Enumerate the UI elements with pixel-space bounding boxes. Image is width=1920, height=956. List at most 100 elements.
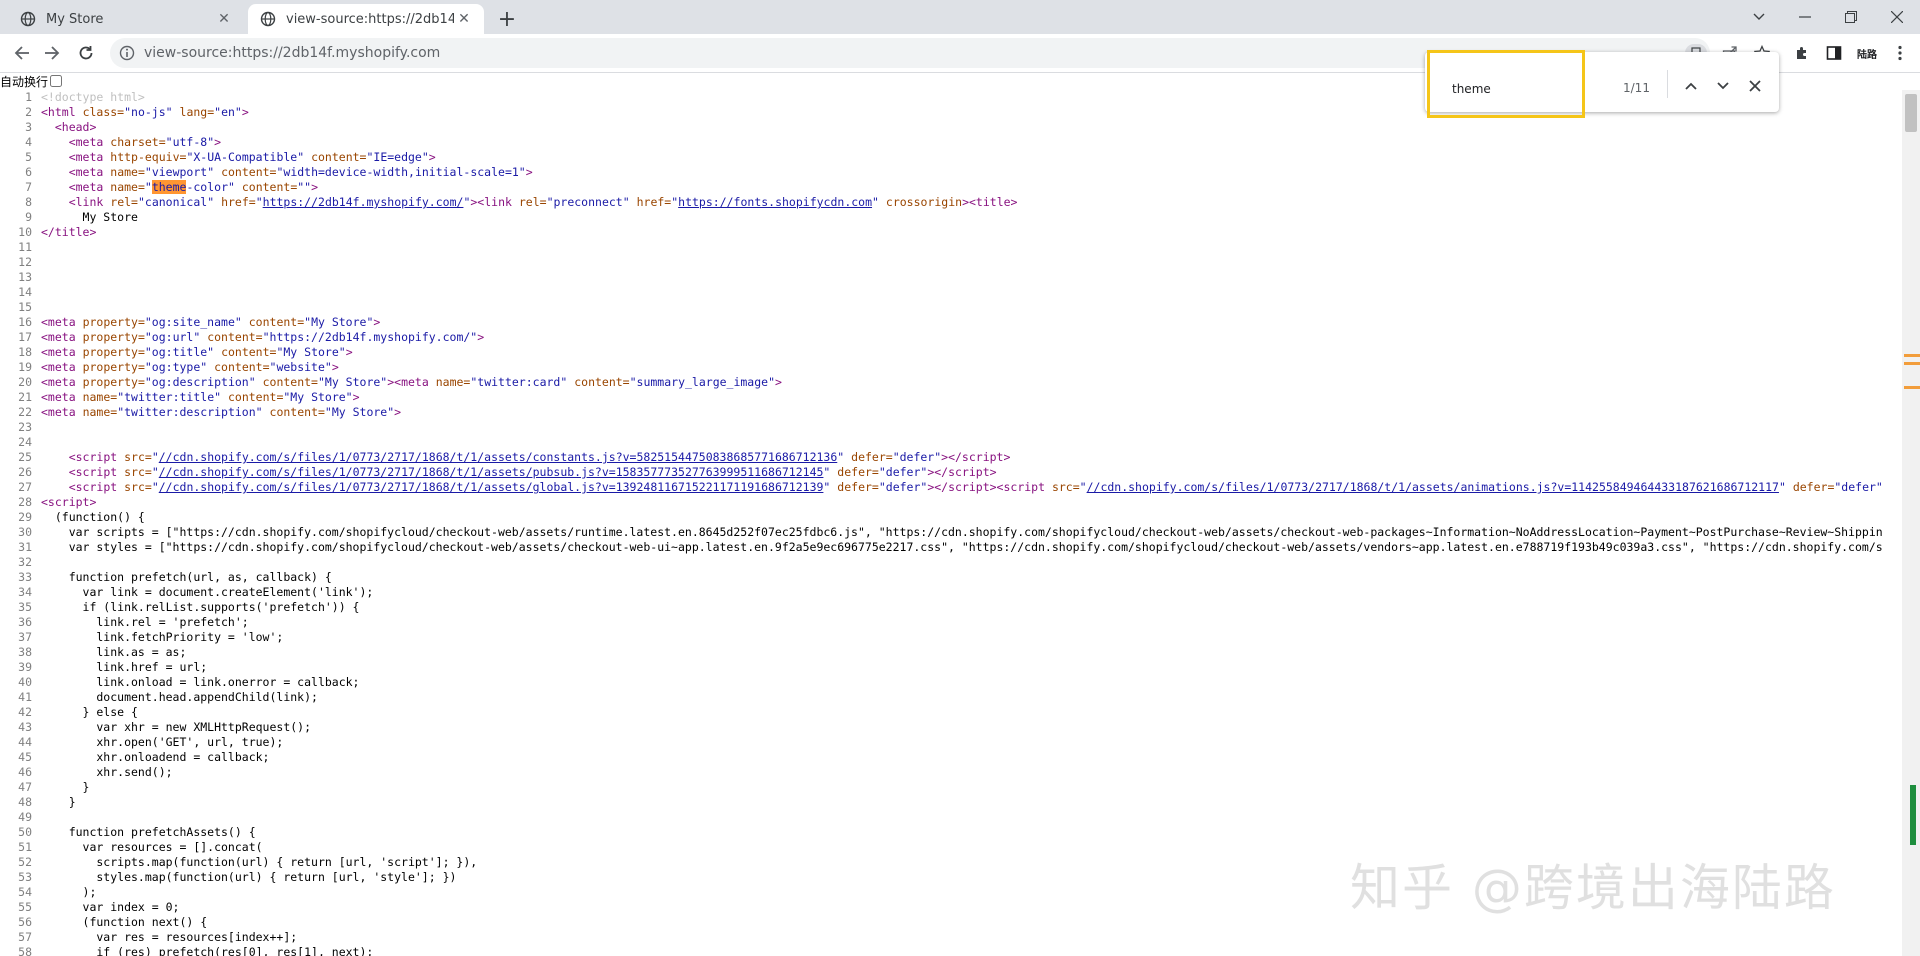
line-number: 9 — [25, 210, 32, 224]
line-content: (function next() { — [41, 915, 208, 929]
source-line: 44 xhr.open('GET', url, true); — [0, 735, 1902, 750]
line-content: styles.map(function(url) { return [url, … — [41, 870, 457, 884]
line-content: link.fetchPriority = 'low'; — [41, 630, 284, 644]
window-close-icon[interactable] — [1874, 0, 1920, 34]
line-content: document.head.appendChild(link); — [41, 690, 318, 704]
line-content: <meta property="og:title" content="My St… — [41, 345, 353, 359]
line-number: 26 — [18, 465, 32, 479]
line-number: 2 — [25, 105, 32, 119]
find-next-chevron-down-icon[interactable] — [1712, 75, 1734, 97]
globe-icon — [20, 11, 36, 27]
line-number: 42 — [18, 705, 32, 719]
tab-view-source[interactable]: view-source:https://2db14f.my ✕ — [248, 4, 484, 34]
new-tab-plus-icon[interactable]: + — [494, 6, 520, 32]
forward-arrow-icon[interactable] — [38, 39, 66, 67]
source-line: 15 — [0, 300, 1902, 315]
line-content: var link = document.createElement('link'… — [41, 585, 374, 599]
scrollbar-thumb[interactable] — [1905, 94, 1917, 132]
tab-search-chevron-icon[interactable] — [1736, 0, 1782, 34]
kebab-menu-icon[interactable] — [1886, 39, 1914, 67]
source-line: 31 var styles = ["https://cdn.shopify.co… — [0, 540, 1902, 555]
source-line: 12 — [0, 255, 1902, 270]
profile-avatar[interactable]: 陆路 — [1852, 39, 1882, 67]
line-number: 45 — [18, 750, 32, 764]
line-content: <meta property="og:site_name" content="M… — [41, 315, 381, 329]
source-line: 35 if (link.relList.supports('prefetch')… — [0, 600, 1902, 615]
source-line: 28 <script> — [0, 495, 1902, 510]
close-icon[interactable]: ✕ — [214, 9, 234, 29]
line-number: 3 — [25, 120, 32, 134]
source-line: 26 <script src="//cdn.shopify.com/s/file… — [0, 465, 1902, 480]
find-divider — [1667, 70, 1668, 98]
line-content: <meta property="og:description" content=… — [41, 375, 782, 389]
source-line: 58 if (res) prefetch(res[0], res[1], nex… — [0, 945, 1902, 956]
side-panel-icon[interactable] — [1820, 39, 1848, 67]
line-number: 49 — [18, 810, 32, 824]
find-match-count: 1/11 — [1623, 81, 1650, 95]
line-number: 37 — [18, 630, 32, 644]
line-number: 33 — [18, 570, 32, 584]
line-number: 32 — [18, 555, 32, 569]
line-content: <meta name="twitter:description" content… — [41, 405, 402, 419]
line-content: <script src="//cdn.shopify.com/s/files/1… — [68, 450, 1011, 464]
source-line: 47 } — [0, 780, 1902, 795]
source-line: 24 — [0, 435, 1902, 450]
extensions-puzzle-icon[interactable] — [1788, 39, 1816, 67]
line-content: function prefetchAssets() { — [41, 825, 256, 839]
line-number: 28 — [18, 495, 32, 509]
restore-icon[interactable] — [1828, 0, 1874, 34]
line-content: link.rel = 'prefetch'; — [41, 615, 249, 629]
line-number: 17 — [18, 330, 32, 344]
source-line: 40 link.onload = link.onerror = callback… — [0, 675, 1902, 690]
line-number: 52 — [18, 855, 32, 869]
line-number: 44 — [18, 735, 32, 749]
line-number: 25 — [18, 450, 32, 464]
line-number: 19 — [18, 360, 32, 374]
line-content: link.as = as; — [41, 645, 187, 659]
line-content: } — [41, 795, 76, 809]
line-number: 51 — [18, 840, 32, 854]
source-line: 38 link.as = as; — [0, 645, 1902, 660]
line-content: <script src="//cdn.shopify.com/s/files/1… — [68, 480, 1883, 494]
reload-icon[interactable] — [72, 39, 100, 67]
find-previous-chevron-up-icon[interactable] — [1680, 75, 1702, 97]
source-code-view: 1 <!doctype html> 2 <html class="no-js" lan… — [0, 90, 1902, 956]
line-content: (function() { — [41, 510, 145, 524]
line-number: 24 — [18, 435, 32, 449]
source-line: 9 My Store — [0, 210, 1902, 225]
line-number: 38 — [18, 645, 32, 659]
source-line: 7 <meta name="theme-color" content=""> — [0, 180, 1902, 195]
source-line: 5 <meta http-equiv="X-UA-Compatible" con… — [0, 150, 1902, 165]
line-content: link.onload = link.onerror = callback; — [41, 675, 360, 689]
line-number: 41 — [18, 690, 32, 704]
source-line: 36 link.rel = 'prefetch'; — [0, 615, 1902, 630]
find-input-focus-ring — [1427, 50, 1585, 118]
line-content: var resources = [].concat( — [41, 840, 263, 854]
line-number: 23 — [18, 420, 32, 434]
minimize-icon[interactable] — [1782, 0, 1828, 34]
find-close-icon[interactable] — [1744, 75, 1766, 97]
line-number: 10 — [18, 225, 32, 239]
line-number: 1 — [25, 90, 32, 104]
line-number: 47 — [18, 780, 32, 794]
line-number: 34 — [18, 585, 32, 599]
line-content: <link rel="canonical" href="https://2db1… — [68, 195, 1018, 209]
line-number: 56 — [18, 915, 32, 929]
info-icon[interactable] — [118, 44, 136, 62]
source-line: 43 var xhr = new XMLHttpRequest(); — [0, 720, 1902, 735]
source-line: 17 <meta property="og:url" content="https… — [0, 330, 1902, 345]
line-number: 43 — [18, 720, 32, 734]
source-line: 37 link.fetchPriority = 'low'; — [0, 630, 1902, 645]
source-line: 18 <meta property="og:title" content="My … — [0, 345, 1902, 360]
back-arrow-icon[interactable] — [8, 39, 36, 67]
source-line: 32 — [0, 555, 1902, 570]
line-content: <meta property="og:type" content="websit… — [41, 360, 339, 374]
close-icon[interactable]: ✕ — [454, 9, 474, 29]
line-wrap-checkbox[interactable] — [50, 75, 63, 87]
source-line: 6 <meta name="viewport" content="width=d… — [0, 165, 1902, 180]
line-number: 29 — [18, 510, 32, 524]
scroll-position-marker — [1910, 785, 1916, 845]
tab-my-store[interactable]: My Store ✕ — [8, 4, 244, 34]
source-line: 16 <meta property="og:site_name" content=… — [0, 315, 1902, 330]
vertical-scrollbar[interactable] — [1902, 90, 1920, 956]
